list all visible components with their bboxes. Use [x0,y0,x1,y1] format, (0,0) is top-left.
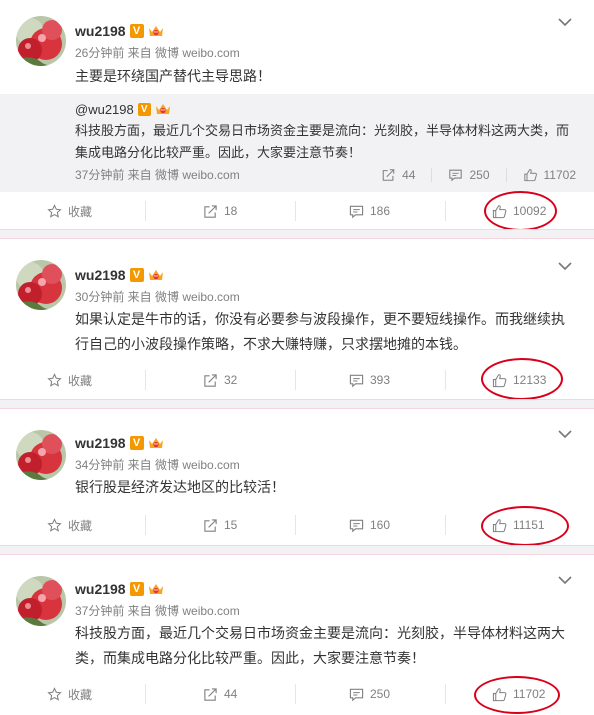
crown-icon [147,267,165,283]
username[interactable]: wu2198 [75,435,126,451]
comment-icon [349,373,364,388]
favorite-button[interactable]: 收藏 [47,201,92,221]
crown-icon [147,581,165,597]
highlight-circle [484,191,557,231]
post-text: 主要是环绕国产替代主导思路！ [75,68,271,84]
chevron-down-icon[interactable] [558,429,572,439]
username-row: wu2198 V [75,579,165,599]
favorite-button[interactable]: 收藏 [47,515,92,535]
comment-icon [448,168,463,182]
comment-count: 160 [370,518,391,532]
forward-username[interactable]: @wu2198 [75,102,134,117]
v-badge: V [129,436,144,450]
chevron-down-icon[interactable] [558,575,572,585]
avatar[interactable] [16,430,66,480]
post-text: 科技股方面，最近几个交易日市场资金主要是流向：光刻胶，半导体材料这两大类，而集成… [75,625,565,666]
post-text: 如果认定是牛市的话，你没有必要参与波段操作，更不要短线操作。而我继续执行自己的小… [75,311,565,352]
forward-reposts-count: 44 [402,168,416,182]
repost-button[interactable]: 32 [203,370,237,390]
comment-count: 250 [370,687,391,701]
crown-icon [154,101,172,117]
favorite-label: 收藏 [68,518,93,533]
forward-text: 科技股方面，最近几个交易日市场资金主要是流向：光刻胶，半导体材料这两大类，而集成… [75,123,570,160]
repost-count: 32 [224,373,238,387]
highlight-circle [481,506,569,546]
repost-icon [203,687,218,702]
forward-reposts[interactable]: 44 [381,168,433,182]
star-icon [47,373,62,388]
forward-likes[interactable]: 11702 [523,168,576,182]
avatar[interactable] [16,16,66,66]
post-separator [0,545,594,555]
comment-button[interactable]: 250 [349,684,390,704]
repost-icon [203,204,218,219]
favorite-label: 收藏 [68,204,93,219]
highlight-circle [474,676,560,714]
favorite-button[interactable]: 收藏 [47,370,92,390]
repost-icon [203,518,218,533]
repost-icon [381,168,396,182]
username[interactable]: wu2198 [75,581,126,597]
username[interactable]: wu2198 [75,267,126,283]
forward-stats: 44 250 11702 [365,167,576,183]
v-badge: V [129,268,144,282]
repost-count: 15 [224,518,238,532]
v-badge: V [137,102,151,116]
star-icon [47,687,62,702]
post-meta: 30分钟前 来自 微博 weibo.com [75,290,240,304]
v-badge: V [129,582,144,596]
v-badge: V [129,24,144,38]
post-meta: 34分钟前 来自 微博 weibo.com [75,458,240,472]
thumbs-up-icon [523,168,538,182]
comment-icon [349,687,364,702]
highlight-circle [481,358,563,400]
crown-icon [147,23,165,39]
repost-count: 18 [224,204,238,218]
comment-icon [349,204,364,219]
repost-button[interactable]: 18 [203,201,237,221]
post-separator [0,399,594,409]
username[interactable]: wu2198 [75,23,126,39]
post-text: 银行股是经济发达地区的比较活！ [75,479,285,495]
chevron-down-icon[interactable] [558,17,572,27]
comment-count: 393 [370,373,391,387]
post-meta: 26分钟前 来自 微博 weibo.com [75,46,240,60]
forward-username-row: @wu2198 V [75,100,172,118]
avatar[interactable] [16,576,66,626]
post-separator [0,229,594,239]
repost-count: 44 [224,687,238,701]
comment-button[interactable]: 160 [349,515,390,535]
star-icon [47,204,62,219]
username-row: wu2198 V [75,433,165,453]
crown-icon [147,435,165,451]
comment-button[interactable]: 393 [349,370,390,390]
forwarded-post[interactable]: @wu2198 V 科技股方面，最近几个交易日市场资金主要是流向：光刻胶，半导体… [0,94,594,192]
forward-comments-count: 250 [469,168,490,182]
comment-icon [349,518,364,533]
comment-button[interactable]: 186 [349,201,390,221]
forward-likes-count: 11702 [543,168,576,182]
favorite-label: 收藏 [68,373,93,388]
repost-button[interactable]: 44 [203,684,237,704]
forward-meta: 37分钟前 来自 微博 weibo.com [75,168,240,182]
post-meta: 37分钟前 来自 微博 weibo.com [75,604,240,618]
favorite-button[interactable]: 收藏 [47,684,92,704]
comment-count: 186 [370,204,391,218]
repost-button[interactable]: 15 [203,515,237,535]
chevron-down-icon[interactable] [558,261,572,271]
forward-comments[interactable]: 250 [448,168,507,182]
repost-icon [203,373,218,388]
star-icon [47,518,62,533]
favorite-label: 收藏 [68,687,93,702]
username-row: wu2198 V [75,21,165,41]
avatar[interactable] [16,260,66,310]
username-row: wu2198 V [75,265,165,285]
